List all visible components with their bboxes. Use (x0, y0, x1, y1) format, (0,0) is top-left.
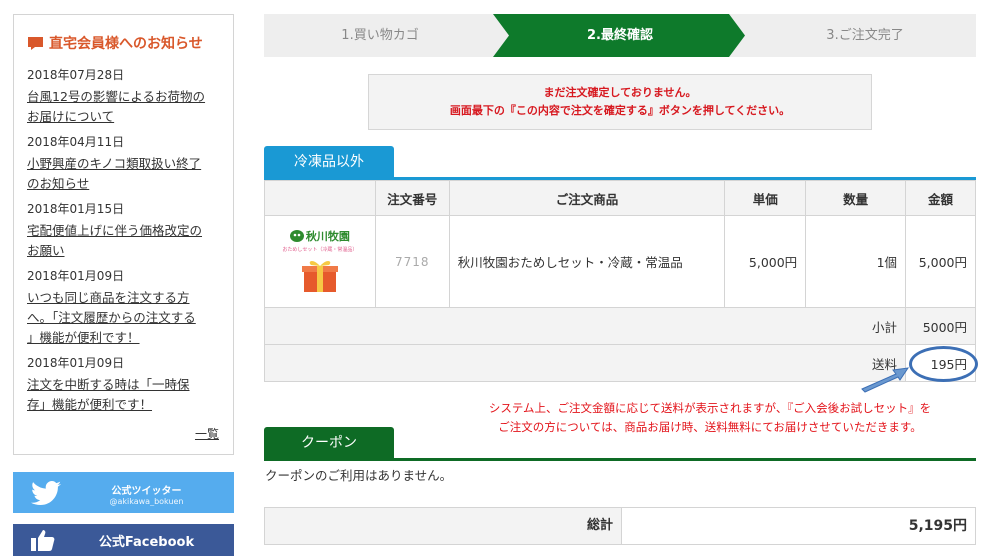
total-value: 5,195円 (908, 518, 967, 534)
checkout-steps: 1.買い物カゴ 2.最終確認 3.ご注文完了 (264, 14, 976, 57)
col-header-unit-price: 単価 (724, 180, 807, 216)
tab-coupon: クーポン (264, 427, 394, 459)
not-confirmed-notice: まだ注文確定しておりません。 画面最下の『この内容で注文を確定する』ボタンを押し… (368, 74, 872, 130)
col-header-order-no: 注文番号 (374, 180, 450, 216)
gift-box-icon (301, 260, 338, 292)
twitter-button[interactable]: 公式ツイッター @akikawa_bokuen (13, 472, 234, 513)
shipping-label: 送料 (263, 344, 907, 382)
tab-non-frozen: 冷凍品以外 (264, 146, 394, 179)
news-list: 2018年07月28日 台風12号の影響によるお荷物の お届けについて 2018年… (27, 67, 227, 422)
news-item: 2018年01月09日 いつも同じ商品を注文する方 へ。「注文履歴からの注文する」… (27, 268, 227, 348)
facebook-label: 公式Facebook (98, 534, 195, 550)
unit-price: 5,000円 (724, 215, 807, 308)
news-link[interactable]: 台風12号の影響によるお荷物の お届けについて (27, 87, 227, 127)
subtotal-label: 小計 (263, 307, 907, 345)
news-date: 2018年01月09日 (27, 269, 125, 283)
col-header-qty: 数量 (805, 180, 907, 216)
product-image: 秋川牧園 おためしセット（冷蔵・常温品） (264, 215, 376, 308)
order-number: 7718 (374, 215, 450, 308)
brand-logo-sub: おためしセット（冷蔵・常温品） (282, 246, 358, 253)
coupon-underline (264, 458, 976, 461)
speech-bubble-icon (28, 36, 43, 50)
news-panel: 直宅会員様へのお知らせ 2018年07月28日 台風12号の影響によるお荷物のお… (13, 14, 234, 455)
shipping-note: システム上、ご注文金額に応じて送料が表示されますが、『ご入会後お試しセット』を … (420, 399, 993, 437)
news-link[interactable]: 注文を中断する時は「一時保 存」機能が便利です！ (27, 375, 227, 415)
news-item: 2018年04月11日 小野興産のキノコ類取扱い終了 のお知らせ (27, 134, 227, 194)
subtotal-row: 小計 5000円 (263, 307, 976, 345)
news-link[interactable]: 宅配便値上げに伴う価格改定の お願い (27, 221, 227, 261)
subtotal-value: 5000円 (905, 307, 976, 345)
note-line-2: ご注文の方については、商品お届け時、送料無料にてお届けさせていただきます。 (498, 420, 922, 434)
step-cart: 1.買い物カゴ (341, 28, 419, 43)
twitter-label: 公式ツイッター (111, 485, 182, 497)
news-item: 2018年01月15日 宅配便値上げに伴う価格改定の お願い (27, 201, 227, 261)
brand-logo-text: 秋川牧園 (305, 229, 350, 243)
facebook-button[interactable]: 公式Facebook (13, 524, 234, 556)
news-header: 直宅会員様へのお知らせ (28, 33, 203, 53)
news-title: 直宅会員様へのお知らせ (49, 36, 203, 52)
amount: 5,000円 (905, 215, 976, 308)
news-link[interactable]: いつも同じ商品を注文する方 へ。「注文履歴からの注文する 」機能が便利です！ (27, 288, 227, 348)
coupon-message: クーポンのご利用はありません。 (265, 468, 453, 483)
news-date: 2018年01月15日 (27, 202, 125, 216)
product-name: 秋川牧園おためしセット・冷蔵・常温品 (448, 215, 726, 308)
annotation-arrow-icon (861, 367, 910, 393)
order-table: 注文番号 ご注文商品 単価 数量 金額 秋川牧園 おためしセット（冷蔵・常温品） (263, 180, 976, 382)
col-header-amount: 金額 (905, 180, 976, 216)
news-more-link[interactable]: 一覧 (195, 425, 219, 442)
news-date: 2018年01月09日 (27, 356, 125, 370)
news-link[interactable]: 小野興産のキノコ類取扱い終了 のお知らせ (27, 154, 227, 194)
total-label: 総計 (265, 508, 622, 544)
note-line-1: システム上、ご注文金額に応じて送料が表示されますが、『ご入会後お試しセット』を (488, 401, 932, 415)
notice-line-1: まだ注文確定しておりません。 (543, 86, 697, 99)
table-row: 秋川牧園 おためしセット（冷蔵・常温品） 7718 秋川牧園おためしセット・冷蔵… (264, 215, 976, 308)
step-confirm-label: 2.最終確認 (587, 28, 653, 43)
table-header-row: 注文番号 ご注文商品 単価 数量 金額 (264, 180, 976, 216)
news-item: 2018年01月09日 注文を中断する時は「一時保 存」機能が便利です！ (27, 355, 227, 415)
news-date: 2018年04月11日 (27, 135, 125, 149)
col-header-product: ご注文商品 (448, 180, 726, 216)
twitter-handle: @akikawa_bokuen (109, 496, 184, 506)
step-complete: 3.ご注文完了 (826, 28, 904, 43)
notice-line-2: 画面最下の『この内容で注文を確定する』ボタンを押してください。 (449, 104, 791, 117)
news-date: 2018年07月28日 (27, 68, 125, 82)
col-header-image (264, 180, 376, 216)
step-confirm: 2.最終確認 (496, 14, 744, 57)
news-item: 2018年07月28日 台風12号の影響によるお荷物の お届けについて (27, 67, 227, 127)
grand-total: 総計 5,195円 (264, 507, 976, 545)
quantity: 1個 (805, 215, 907, 308)
shipping-highlight-circle (909, 346, 978, 382)
cow-logo-icon (289, 229, 304, 242)
